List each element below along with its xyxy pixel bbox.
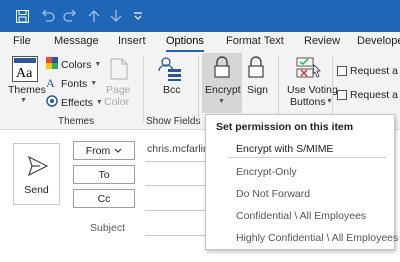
menu-item-confidential[interactable]: Confidential \ All Employees	[236, 210, 366, 222]
encrypt-button[interactable]: Encrypt ▼	[202, 53, 242, 113]
voting-buttons-icon[interactable]	[296, 56, 322, 83]
voting-buttons-label-line1[interactable]: Use Voting	[287, 84, 338, 96]
svg-text:A: A	[46, 76, 55, 88]
colors-button[interactable]: Colors ▼	[46, 57, 101, 72]
tab-format-text[interactable]: Format Text	[226, 35, 284, 47]
checkbox-box	[337, 66, 347, 76]
request-read-receipt-checkbox[interactable]: Request a R	[337, 89, 400, 101]
group-divider	[198, 56, 199, 122]
effects-icon	[46, 95, 58, 110]
customize-icon[interactable]	[130, 8, 146, 24]
encrypt-caret-icon: ▼	[218, 98, 225, 105]
effects-button[interactable]: Effects ▼	[46, 95, 103, 110]
menu-title: Set permission on this item	[216, 121, 354, 133]
redo-icon[interactable]	[62, 8, 78, 24]
effects-label: Effects	[61, 96, 93, 109]
menu-separator	[228, 157, 386, 158]
fonts-label: Fonts	[61, 77, 88, 90]
bcc-label[interactable]: Bcc	[163, 84, 181, 96]
colors-label: Colors	[61, 58, 92, 71]
show-fields-group-label: Show Fields	[146, 116, 201, 127]
menu-item-encrypt-smime[interactable]: Encrypt with S/MIME	[236, 143, 333, 155]
tab-insert[interactable]: Insert	[118, 35, 146, 47]
voting-buttons-label-line2[interactable]: Buttons	[290, 96, 326, 108]
from-field-underline	[145, 161, 205, 162]
from-button[interactable]: From	[73, 141, 135, 160]
subject-label[interactable]: Subject	[90, 222, 125, 234]
themes-icon[interactable]: Aa	[12, 56, 38, 85]
bcc-icon[interactable]	[158, 56, 182, 85]
lock-icon	[214, 56, 230, 81]
down-arrow-icon[interactable]	[108, 8, 124, 24]
fonts-caret-icon: ▼	[90, 80, 98, 87]
request-delivery-label: Request a D	[350, 65, 400, 77]
colors-caret-icon: ▼	[94, 61, 102, 68]
to-field-underline	[145, 185, 205, 186]
cc-label: Cc	[97, 192, 111, 205]
encrypt-dropdown-menu: Set permission on this item Encrypt with…	[205, 114, 398, 250]
fonts-button[interactable]: A Fonts ▼	[46, 76, 97, 91]
tab-file[interactable]: File	[13, 35, 31, 47]
title-bar	[0, 0, 400, 32]
sign-lock-icon[interactable]	[248, 56, 264, 83]
effects-caret-icon: ▼	[95, 99, 103, 106]
group-divider	[332, 56, 333, 122]
themes-button-label[interactable]: Themes	[8, 84, 46, 96]
themes-dropdown-caret[interactable]: ▼	[20, 97, 27, 104]
subject-field-underline	[145, 235, 205, 236]
tab-review[interactable]: Review	[304, 35, 340, 47]
fonts-icon: A	[46, 76, 58, 91]
menu-item-encrypt-only[interactable]: Encrypt-Only	[236, 166, 297, 178]
themes-group-label: Themes	[58, 116, 95, 127]
from-label: From	[85, 144, 111, 157]
tab-developer[interactable]: Developer	[357, 35, 400, 47]
checkbox-box	[337, 90, 347, 100]
chevron-down-icon	[114, 145, 122, 157]
tab-message[interactable]: Message	[54, 35, 99, 47]
request-read-label: Request a R	[350, 89, 400, 101]
sign-label[interactable]: Sign	[247, 84, 268, 96]
send-button[interactable]: Send	[13, 143, 60, 205]
up-arrow-icon[interactable]	[86, 8, 102, 24]
page-color-label-line2: Color	[104, 96, 130, 108]
request-delivery-receipt-checkbox[interactable]: Request a D	[337, 65, 400, 77]
menu-item-do-not-forward[interactable]: Do Not Forward	[236, 188, 310, 200]
tab-options[interactable]: Options	[166, 35, 204, 47]
page-color-label-line1: Page	[106, 84, 131, 96]
colors-icon	[46, 57, 58, 72]
cc-button[interactable]: Cc	[73, 189, 135, 208]
menu-item-highly-confidential[interactable]: Highly Confidential \ All Employees	[236, 232, 398, 244]
save-icon[interactable]	[14, 8, 30, 24]
group-divider	[143, 56, 144, 122]
page-color-icon	[110, 58, 128, 83]
svg-text:Aa: Aa	[16, 66, 33, 81]
ribbon-tabs: File Message Insert Options Format Text …	[0, 32, 400, 52]
send-icon	[27, 155, 49, 179]
undo-icon[interactable]	[40, 8, 56, 24]
send-label: Send	[24, 184, 49, 196]
to-button[interactable]: To	[73, 165, 135, 184]
group-divider	[278, 56, 279, 122]
cc-field-underline	[145, 210, 205, 211]
to-label: To	[98, 168, 110, 181]
encrypt-label: Encrypt	[205, 84, 241, 96]
